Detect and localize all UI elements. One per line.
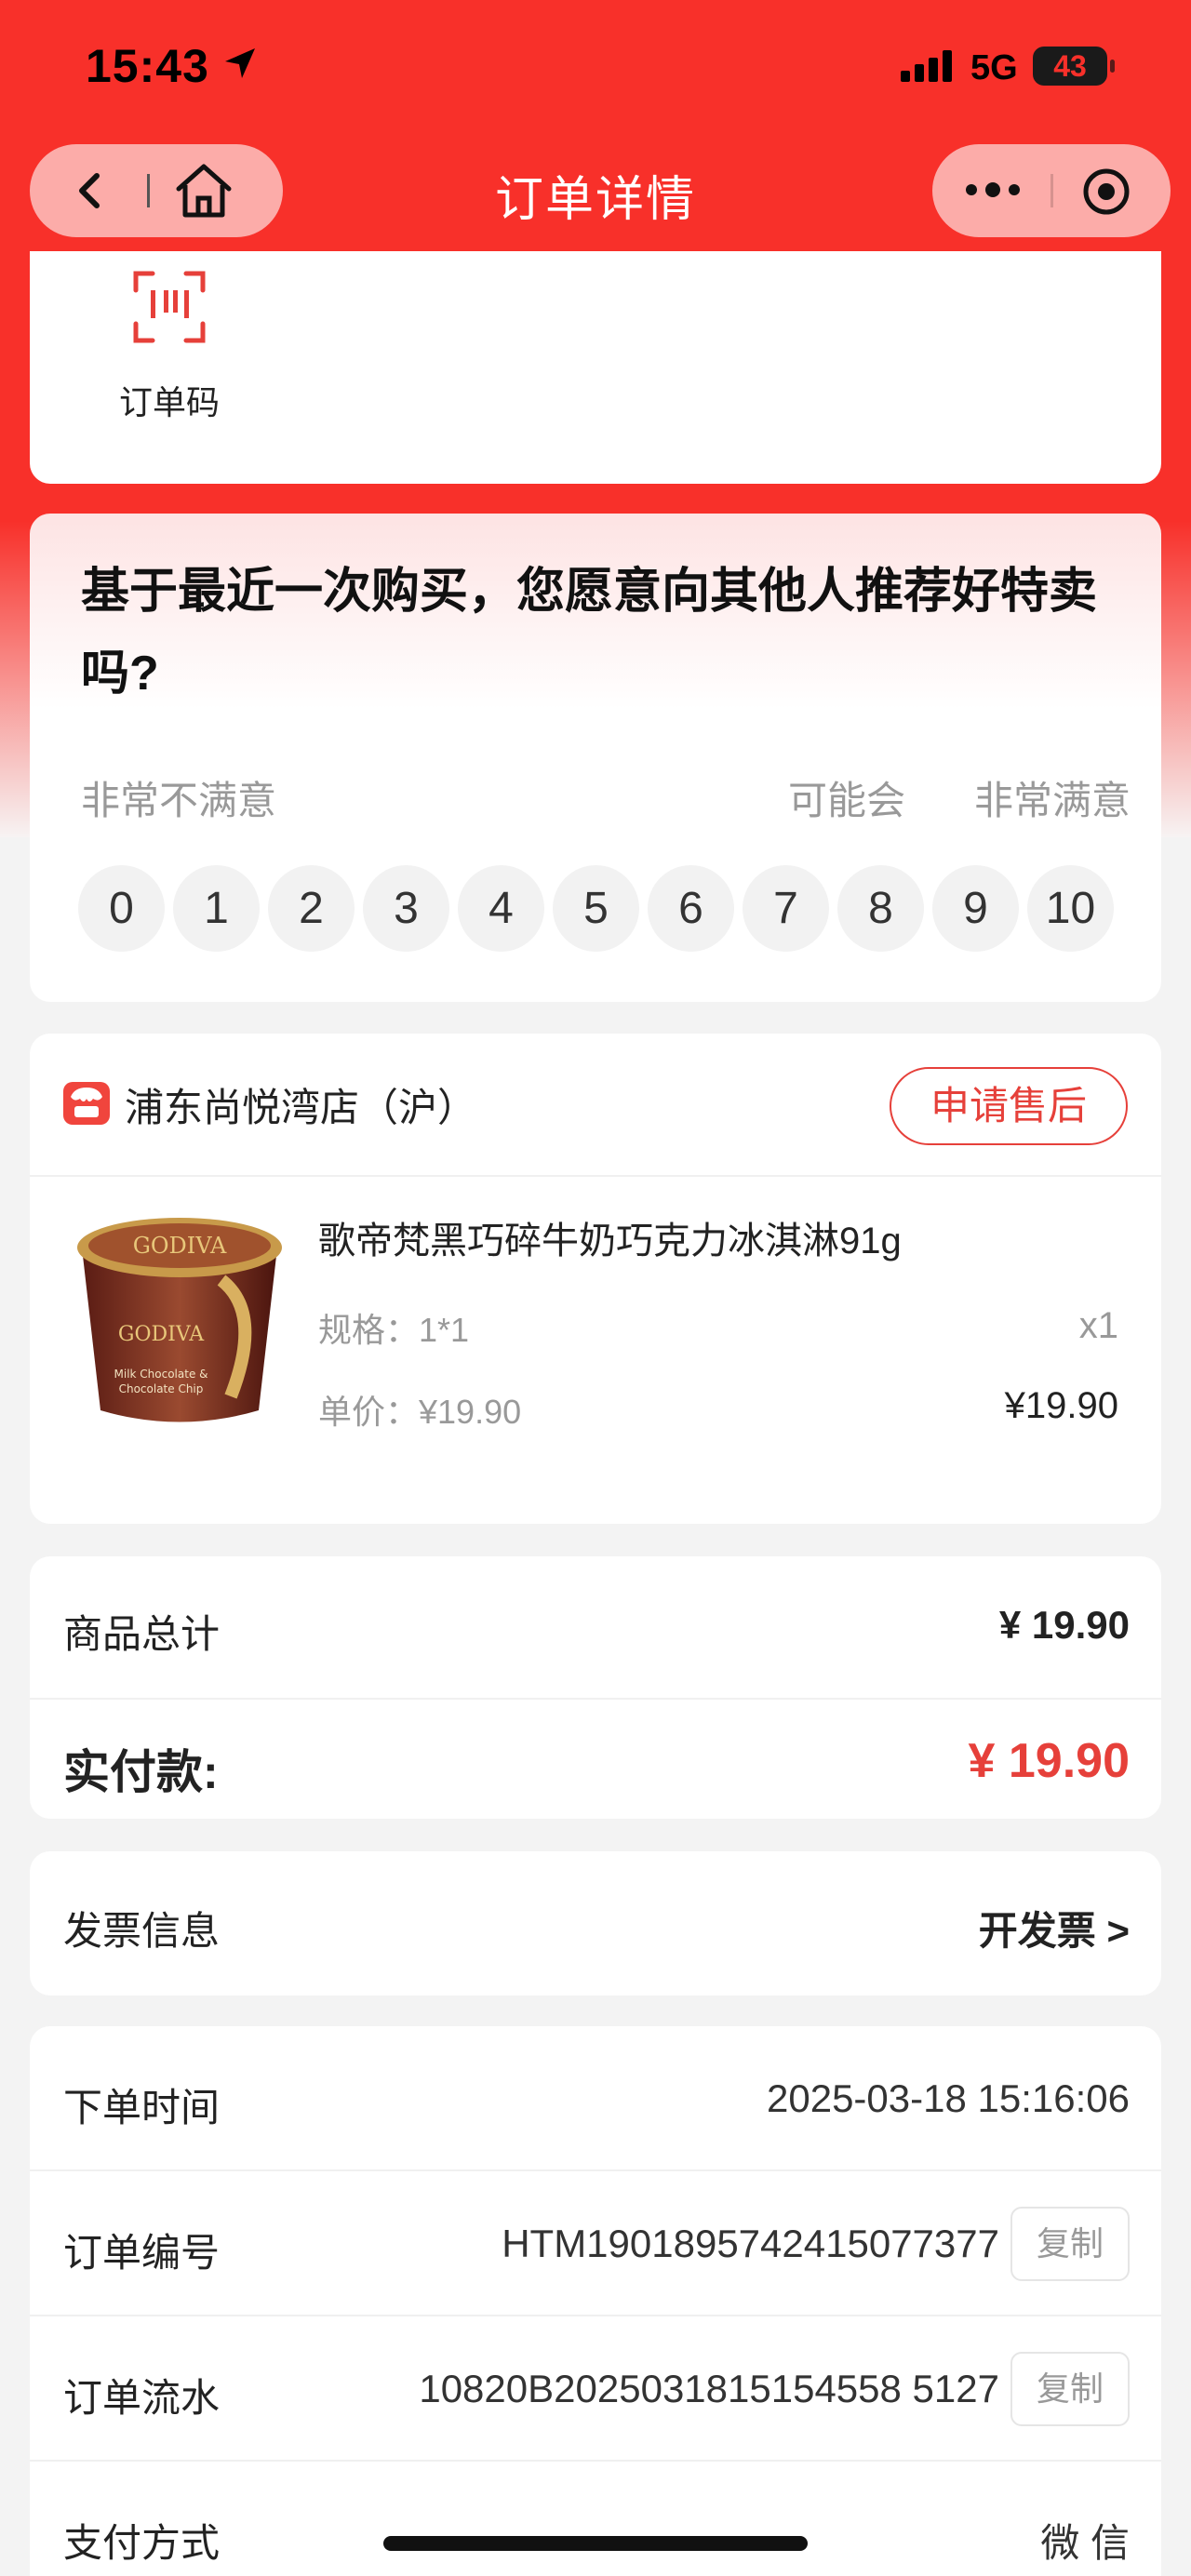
order-serial-row: 订单流水 10820B2025031815154558 5127 复制 (30, 2316, 1161, 2462)
order-code-icon[interactable] (132, 270, 207, 344)
product-quantity: x1 (1078, 1305, 1118, 1346)
battery-icon: 43 (1033, 47, 1115, 86)
price-summary-card: 商品总计 ¥ 19.90 实付款: ¥ 19.90 (30, 1556, 1161, 1819)
order-time-row: 下单时间 2025-03-18 15:16:06 (30, 2026, 1161, 2171)
order-time-value: 2025-03-18 15:16:06 (767, 2076, 1130, 2120)
nps-survey-card: 基于最近一次购买，您愿意向其他人推荐好特卖吗? 非常不满意 可能会 非常满意 0… (30, 514, 1161, 1002)
signal-icon (901, 50, 952, 82)
product-unit-price: 单价：¥19.90 (318, 1393, 522, 1431)
capsule-divider (1050, 174, 1053, 207)
paid-amount-value: ¥ 19.90 (968, 1734, 1131, 1788)
score-option-1[interactable]: 1 (173, 865, 260, 952)
invoice-label: 发票信息 (63, 1909, 221, 1953)
goods-total-value: ¥ 19.90 (998, 1603, 1130, 1647)
status-time: 15:43 (86, 40, 209, 92)
copy-order-serial-button[interactable]: 复制 (1010, 2352, 1130, 2426)
order-number-value: HTM1901895742415077377 (502, 2222, 999, 2265)
score-option-8[interactable]: 8 (837, 865, 924, 952)
status-bar: 15:43 5G 43 (0, 0, 1191, 140)
product-price: ¥19.90 (1004, 1385, 1118, 1426)
score-option-9[interactable]: 9 (932, 865, 1019, 952)
battery-level: 43 (1053, 49, 1087, 83)
payment-method-row: 支付方式 微 信 (30, 2462, 1161, 2576)
product-card: 浦东尚悦湾店（沪） 申请售后 GODIVA GODIVA Milk Chocol… (30, 1034, 1161, 1524)
network-type: 5G (970, 48, 1018, 87)
issue-invoice-link[interactable]: 开发票 > (979, 1900, 1130, 1956)
payment-method-value: 微 信 (1040, 2521, 1130, 2565)
nav-capsule-right (932, 144, 1171, 237)
location-arrow-icon (225, 48, 255, 78)
order-time-label: 下单时间 (63, 2086, 221, 2129)
close-miniprogram-icon[interactable] (1081, 167, 1131, 217)
score-option-2[interactable]: 2 (268, 865, 355, 952)
paid-amount-label: 实付款: (63, 1746, 219, 1798)
svg-text:Chocolate Chip: Chocolate Chip (119, 1382, 204, 1395)
order-number-row: 订单编号 HTM1901895742415077377 复制 (30, 2171, 1161, 2316)
svg-text:Milk Chocolate &: Milk Chocolate & (114, 1368, 208, 1381)
goods-total-row: 商品总计 ¥ 19.90 (30, 1556, 1161, 1700)
score-option-3[interactable]: 3 (363, 865, 449, 952)
store-name[interactable]: 浦东尚悦湾店（沪） (125, 1076, 476, 1133)
score-option-0[interactable]: 0 (78, 865, 165, 952)
order-code-card: 订单码 (30, 251, 1161, 484)
score-option-5[interactable]: 5 (553, 865, 639, 952)
store-row: 浦东尚悦湾店（沪） 申请售后 (30, 1034, 1161, 1177)
product-name[interactable]: 歌帝梵黑巧碎牛奶巧克力冰淇淋91g (318, 1210, 902, 1264)
product-image-brand: GODIVA (133, 1233, 227, 1259)
product-image[interactable]: GODIVA GODIVA Milk Chocolate & Chocolate… (73, 1210, 287, 1434)
order-serial-label: 订单流水 (63, 2376, 221, 2420)
payment-method-label: 支付方式 (63, 2521, 221, 2565)
home-indicator[interactable] (383, 2536, 808, 2551)
score-option-7[interactable]: 7 (743, 865, 829, 952)
score-options: 0 1 2 3 4 5 6 7 8 9 10 (78, 865, 1120, 954)
copy-order-number-button[interactable]: 复制 (1010, 2207, 1130, 2281)
svg-text:GODIVA: GODIVA (118, 1323, 205, 1346)
scale-label-low: 非常不满意 (81, 779, 277, 822)
more-icon[interactable] (962, 176, 1024, 204)
score-option-10[interactable]: 10 (1027, 865, 1114, 952)
scale-label-high: 非常满意 (974, 779, 1131, 822)
nav-bar: 订单详情 (0, 140, 1191, 247)
goods-total-label: 商品总计 (63, 1612, 221, 1656)
order-code-label[interactable]: 订单码 (104, 376, 234, 424)
score-option-6[interactable]: 6 (648, 865, 734, 952)
survey-question: 基于最近一次购买，您愿意向其他人推荐好特卖吗? (81, 565, 1098, 701)
order-info-card: 下单时间 2025-03-18 15:16:06 订单编号 HTM1901895… (30, 2026, 1161, 2576)
order-number-label: 订单编号 (63, 2231, 221, 2275)
invoice-card[interactable]: 发票信息 开发票 > (30, 1851, 1161, 1995)
order-serial-value: 10820B2025031815154558 5127 (419, 2367, 999, 2410)
after-sale-button[interactable]: 申请售后 (890, 1067, 1128, 1145)
product-spec: 规格：1*1 (318, 1311, 470, 1349)
score-option-4[interactable]: 4 (458, 865, 544, 952)
store-icon (63, 1082, 110, 1125)
scale-label-mid: 可能会 (788, 779, 906, 822)
